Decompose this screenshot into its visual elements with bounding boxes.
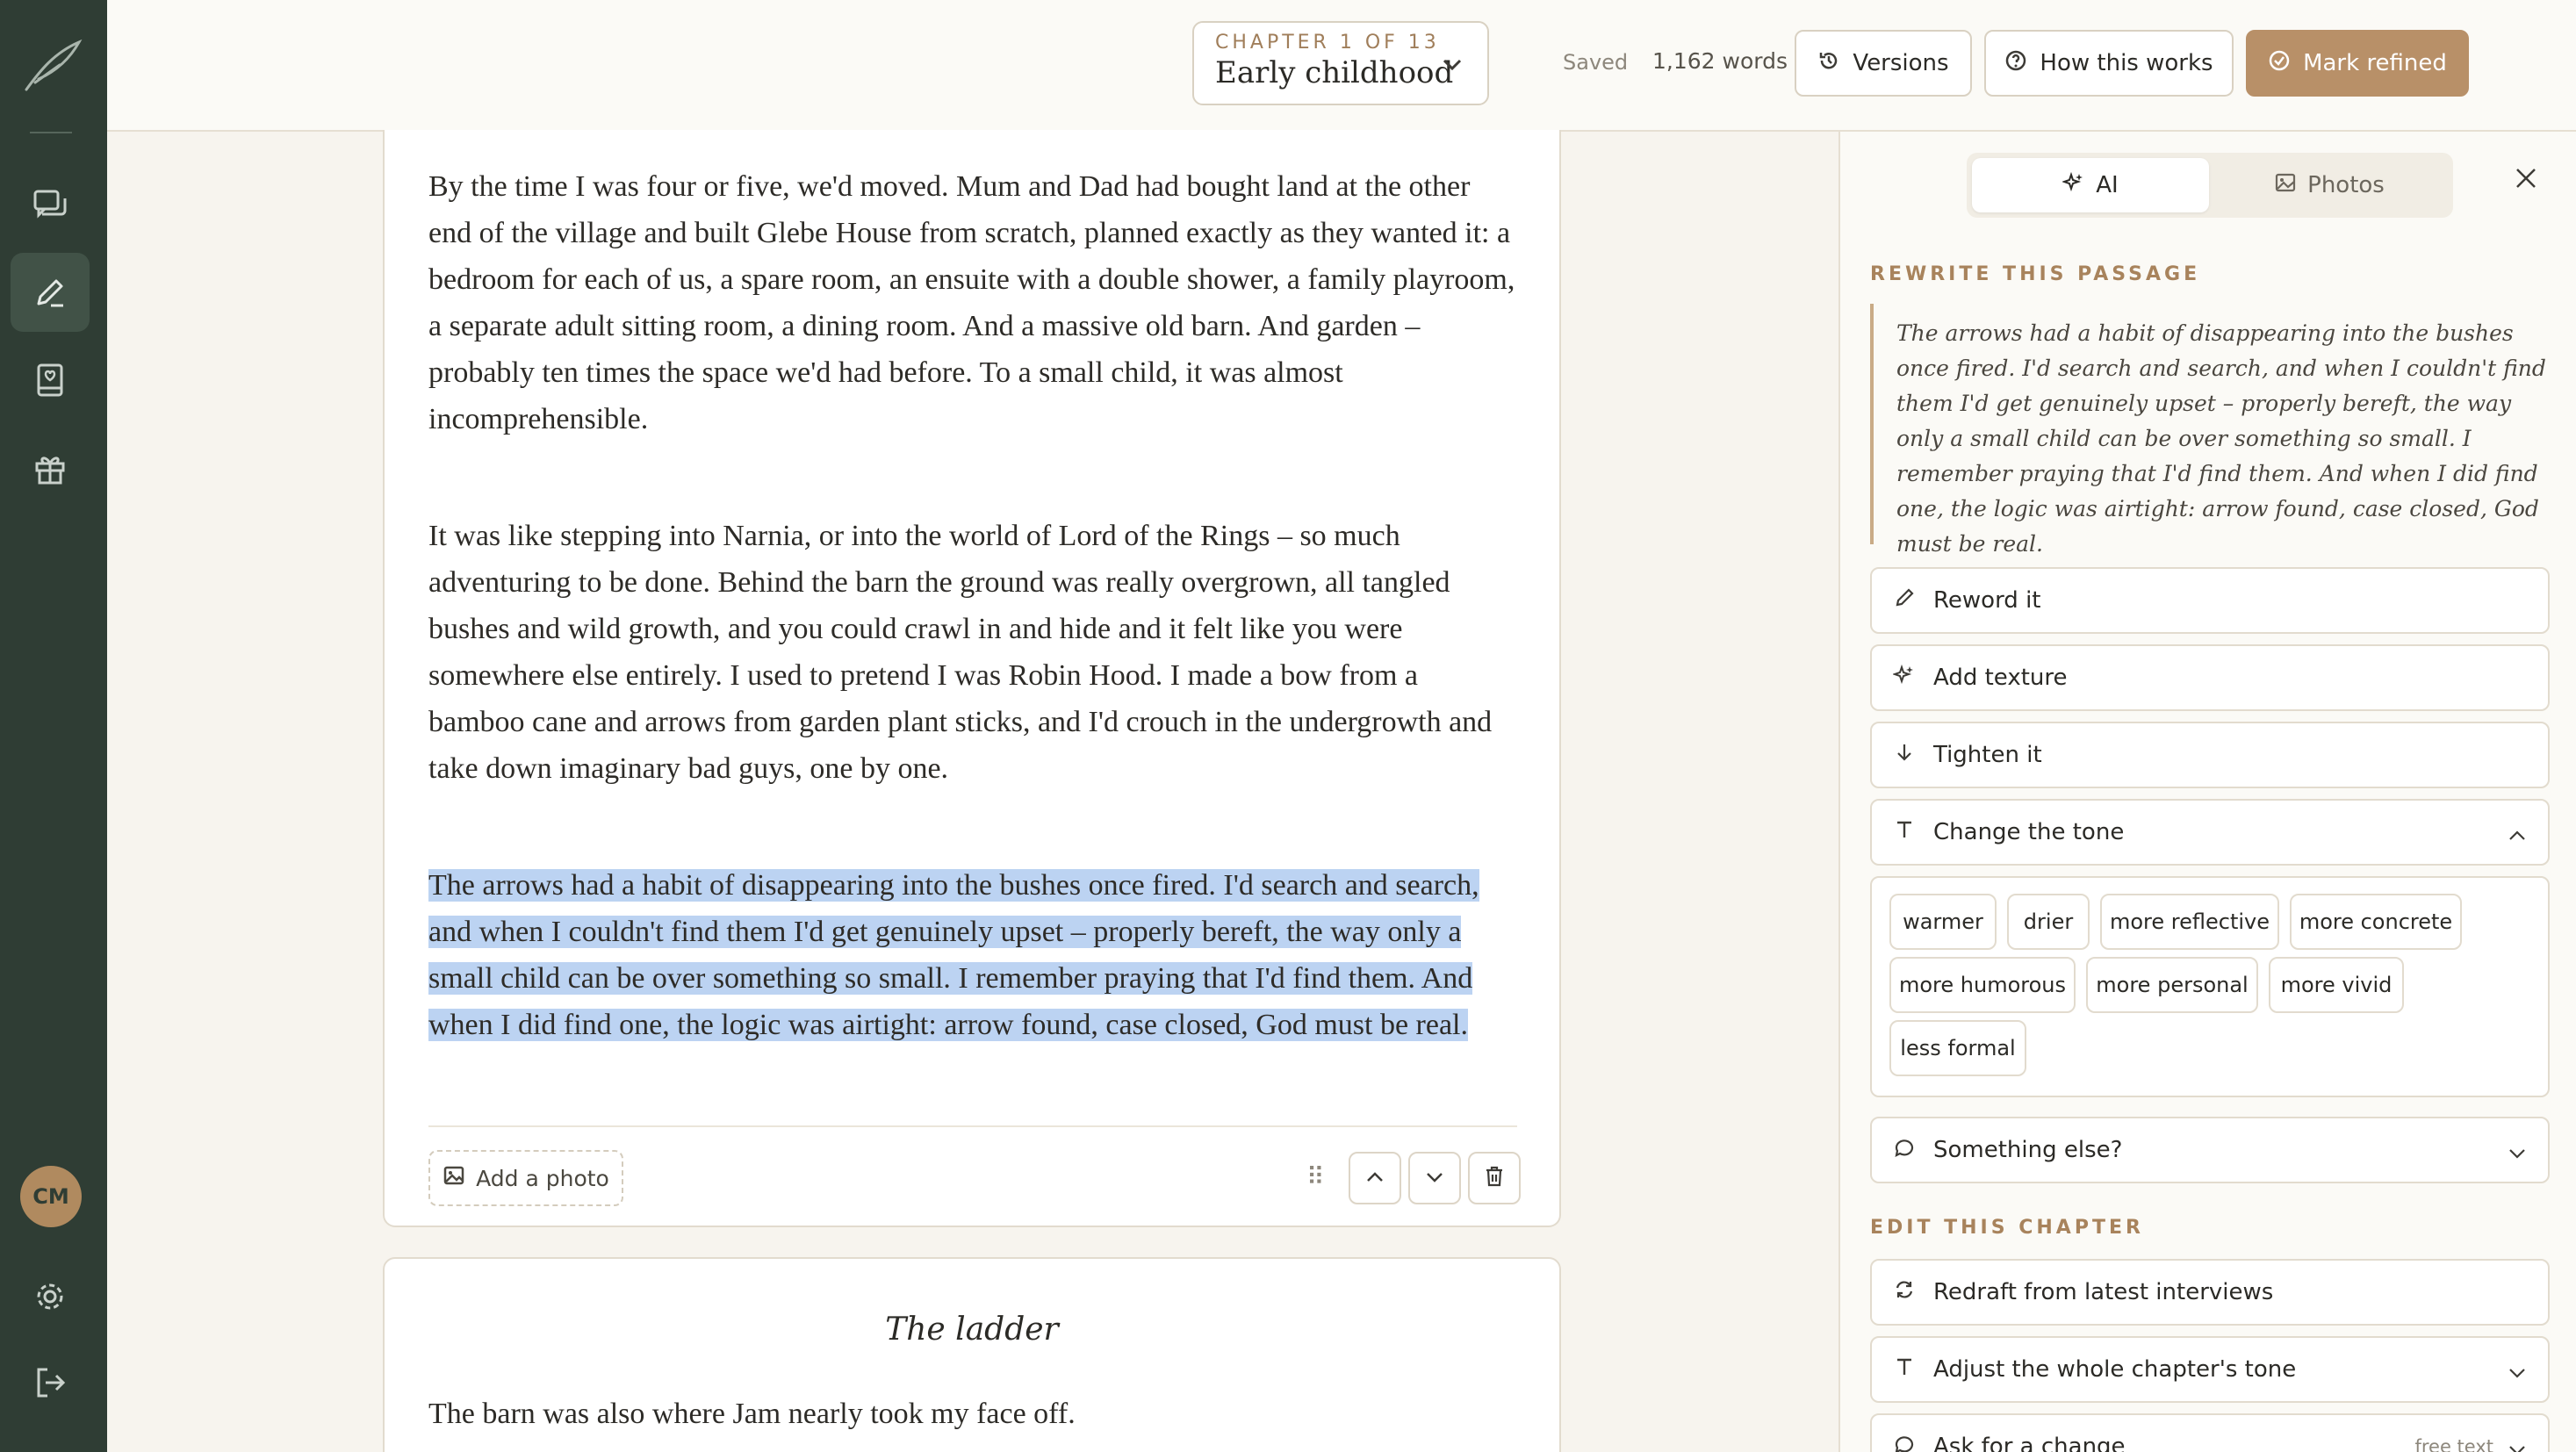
drag-handle-icon[interactable]: ⠿ bbox=[1306, 1162, 1325, 1191]
logout-icon[interactable] bbox=[11, 1343, 90, 1422]
help-circle-icon bbox=[2004, 49, 2027, 78]
chevron-up-icon bbox=[2508, 822, 2527, 848]
tone-chip[interactable]: more humorous bbox=[1889, 957, 2076, 1013]
add-photo-label: Add a photo bbox=[476, 1165, 609, 1191]
trash-icon bbox=[1484, 1165, 1505, 1191]
paragraph-3-selected[interactable]: The arrows had a habit of disappearing i… bbox=[428, 862, 1517, 1048]
ask-for-change-button[interactable]: Ask for a change free text bbox=[1870, 1413, 2550, 1452]
tighten-label: Tighten it bbox=[1933, 742, 2042, 768]
chevron-up-icon bbox=[1365, 1170, 1385, 1187]
chapter-name: Early childhood bbox=[1215, 55, 1454, 90]
check-circle-icon bbox=[2268, 49, 2291, 78]
sparkle-icon bbox=[1891, 664, 1916, 693]
sparkle-icon bbox=[2062, 171, 2085, 200]
tone-chip[interactable]: more personal bbox=[2086, 957, 2258, 1013]
adjust-tone-button[interactable]: Adjust the whole chapter's tone bbox=[1870, 1336, 2550, 1403]
top-bar: CHAPTER 1 OF 13 Early childhood Saved 1,… bbox=[107, 0, 2576, 132]
tone-chip[interactable]: less formal bbox=[1889, 1020, 2026, 1076]
interviews-chat-icon[interactable] bbox=[11, 165, 90, 244]
user-avatar[interactable]: CM bbox=[20, 1166, 82, 1227]
tab-ai[interactable]: AI bbox=[1972, 158, 2209, 212]
reword-label: Reword it bbox=[1933, 587, 2041, 614]
tab-photos[interactable]: Photos bbox=[2211, 158, 2448, 212]
tab-ai-label: AI bbox=[2096, 172, 2119, 198]
left-rail: CM bbox=[0, 0, 107, 1452]
selected-text[interactable]: The arrows had a habit of disappearing i… bbox=[428, 869, 1479, 1041]
arrow-down-icon bbox=[1893, 741, 1916, 770]
next-section-card: The ladder The barn was also where Jam n… bbox=[383, 1257, 1561, 1452]
tone-chip[interactable]: drier bbox=[2007, 894, 2090, 950]
tone-chip[interactable]: more reflective bbox=[2100, 894, 2279, 950]
chevron-down-icon bbox=[2508, 1436, 2527, 1452]
how-label: How this works bbox=[2040, 50, 2213, 76]
adjust-tone-label: Adjust the whole chapter's tone bbox=[1933, 1356, 2297, 1383]
how-this-works-button[interactable]: How this works bbox=[1984, 30, 2234, 97]
chevron-down-icon bbox=[1442, 58, 1463, 75]
word-count: 1,162 words bbox=[1652, 48, 1788, 74]
something-else-button[interactable]: Something else? bbox=[1870, 1117, 2550, 1183]
mark-refined-button[interactable]: Mark refined bbox=[2246, 30, 2469, 97]
delete-button[interactable] bbox=[1468, 1152, 1521, 1204]
ask-label: Ask for a change bbox=[1933, 1434, 2126, 1452]
tone-chip[interactable]: more concrete bbox=[2290, 894, 2462, 950]
assistant-panel: AI Photos REWRITE THIS PASSAGE The arrow… bbox=[1838, 132, 2576, 1452]
feather-logo-icon[interactable] bbox=[19, 32, 86, 98]
tab-photos-label: Photos bbox=[2307, 172, 2385, 198]
redraft-button[interactable]: Redraft from latest interviews bbox=[1870, 1259, 2550, 1326]
edit-chapter-heading: EDIT THIS CHAPTER bbox=[1870, 1217, 2144, 1239]
tone-options: warmer drier more reflective more concre… bbox=[1870, 876, 2550, 1097]
chapter-kicker: CHAPTER 1 OF 13 bbox=[1215, 32, 1440, 54]
chevron-down-icon bbox=[2508, 1359, 2527, 1385]
tone-chip[interactable]: more vivid bbox=[2269, 957, 2404, 1013]
selected-passage-quote: The arrows had a habit of disappearing i… bbox=[1870, 304, 2546, 557]
rewrite-heading: REWRITE THIS PASSAGE bbox=[1870, 263, 2201, 285]
card-divider bbox=[428, 1125, 1517, 1127]
image-icon bbox=[2274, 171, 2297, 200]
change-tone-label: Change the tone bbox=[1933, 819, 2125, 845]
section-title[interactable]: The ladder bbox=[385, 1312, 1559, 1348]
add-texture-label: Add texture bbox=[1933, 665, 2068, 691]
passage-card: By the time I was four or five, we'd mov… bbox=[383, 130, 1561, 1227]
pencil-icon bbox=[1893, 586, 1916, 615]
move-down-button[interactable] bbox=[1408, 1152, 1461, 1204]
save-status: Saved bbox=[1563, 50, 1629, 75]
section-paragraph[interactable]: The barn was also where Jam nearly took … bbox=[428, 1391, 1517, 1437]
change-tone-button[interactable]: Change the tone bbox=[1870, 799, 2550, 866]
settings-gear-icon[interactable] bbox=[11, 1257, 90, 1336]
edit-pencil-icon[interactable] bbox=[11, 253, 90, 332]
something-else-label: Something else? bbox=[1933, 1137, 2123, 1163]
redraft-label: Redraft from latest interviews bbox=[1933, 1279, 2274, 1305]
move-up-button[interactable] bbox=[1349, 1152, 1401, 1204]
book-icon[interactable] bbox=[11, 341, 90, 420]
chat-bubble-icon bbox=[1893, 1136, 1916, 1165]
versions-button[interactable]: Versions bbox=[1795, 30, 1972, 97]
reword-button[interactable]: Reword it bbox=[1870, 567, 2550, 634]
add-texture-button[interactable]: Add texture bbox=[1870, 644, 2550, 711]
refined-label: Mark refined bbox=[2303, 50, 2447, 76]
image-icon bbox=[443, 1164, 465, 1192]
rail-divider bbox=[30, 132, 72, 133]
free-text-tag: free text bbox=[2414, 1436, 2493, 1452]
type-icon bbox=[1893, 1355, 1916, 1384]
chapter-selector[interactable]: CHAPTER 1 OF 13 Early childhood bbox=[1192, 21, 1489, 105]
chat-bubble-icon bbox=[1893, 1433, 1916, 1452]
close-icon[interactable] bbox=[2513, 165, 2539, 195]
chevron-down-icon bbox=[1425, 1170, 1444, 1187]
versions-label: Versions bbox=[1853, 50, 1949, 76]
panel-tabs: AI Photos bbox=[1967, 153, 2453, 218]
tone-chip[interactable]: warmer bbox=[1889, 894, 1997, 950]
paragraph-1[interactable]: By the time I was four or five, we'd mov… bbox=[428, 163, 1517, 442]
tighten-button[interactable]: Tighten it bbox=[1870, 722, 2550, 788]
paragraph-2[interactable]: It was like stepping into Narnia, or int… bbox=[428, 513, 1517, 792]
history-icon bbox=[1817, 49, 1840, 78]
refresh-icon bbox=[1893, 1278, 1916, 1307]
gift-icon[interactable] bbox=[11, 428, 90, 507]
chevron-down-icon bbox=[2508, 1139, 2527, 1166]
type-icon bbox=[1893, 818, 1916, 847]
add-photo-button[interactable]: Add a photo bbox=[428, 1150, 623, 1206]
